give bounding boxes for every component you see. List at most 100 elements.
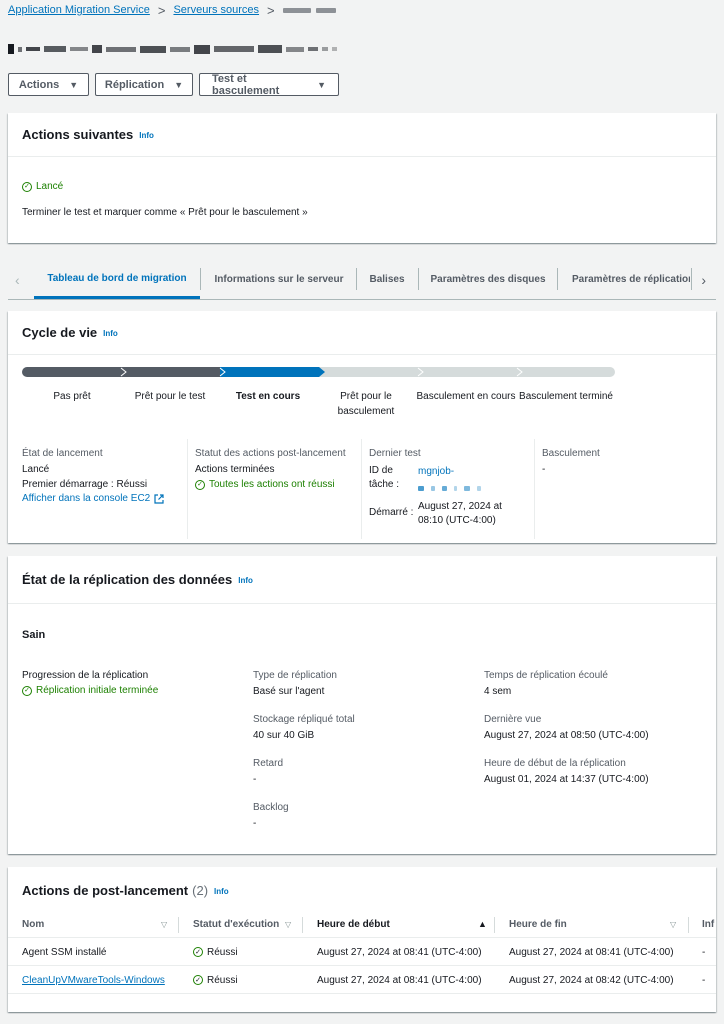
tab-server-info[interactable]: Informations sur le serveur [203,260,355,299]
row-end-time: August 27, 2024 at 08:42 (UTC-4:00) [509,974,674,986]
caret-down-icon: ▼ [69,79,79,90]
launch-state-value: Lancé [22,464,50,475]
replication-progress-block: Progression de la réplication ✓ Réplicat… [22,670,158,696]
task-id-value[interactable]: mgnjob- [418,464,481,491]
replication-type-value: Basé sur l'agent [253,686,325,697]
column-divider[interactable] [688,917,689,933]
lifecycle-stage-ready-for-test: Prêt pour le test [134,391,206,402]
lifecycle-stage-cutover-complete: Basculement terminé [519,391,613,402]
tab-migration-dashboard[interactable]: Tableau de bord de migration [34,260,200,299]
row-info: - [702,946,706,958]
lifecycle-info-link[interactable]: Info [103,329,118,338]
chevron-right-icon[interactable]: › [701,272,706,288]
post-launch-header: Actions de post-lancement (2) Info [22,883,229,898]
check-circle-icon: ✓ [193,975,203,985]
lag-label: Retard [253,758,284,769]
backlog-label: Backlog [253,802,289,813]
replication-panel: État de la réplication des données Info … [8,556,716,854]
caret-down-icon: ▼ [317,79,326,90]
tab-divider [691,268,692,290]
action-button-row: Actions ▼ Réplication ▼ Test et basculem… [8,73,339,97]
post-launch-status-block: Statut des actions post-lancement Action… [195,448,346,490]
column-divider[interactable] [494,917,495,933]
column-divider[interactable] [178,917,179,933]
column-header-info[interactable]: Inf [702,911,714,938]
row-info: - [702,974,706,986]
task-id-label: ID de tâche : [369,465,400,490]
check-circle-icon: ✓ [195,479,205,490]
column-header-status[interactable]: Statut d'exécution [193,911,279,938]
task-id-link[interactable]: mgnjob- [418,466,454,477]
external-link-icon [154,493,164,504]
replication-progress-status: ✓ Réplication initiale terminée [22,685,158,696]
post-launch-title: Actions de post-lancement [22,883,189,898]
lifecycle-progress-bar [22,367,615,377]
post-launch-status-value: Actions terminées [195,464,275,475]
tab-divider [557,268,558,290]
launch-state-label: État de lancement [22,448,103,459]
page-title-redacted [8,44,337,54]
ec2-console-link-text[interactable]: Afficher dans la console EC2 [22,493,150,504]
post-launch-ok-text: Toutes les actions ont réussi [209,479,335,490]
started-value: August 27, 2024 at 08:10 (UTC-4:00) [418,501,502,526]
ec2-console-link[interactable]: Afficher dans la console EC2 [22,493,164,504]
check-circle-icon: ✓ [22,181,32,192]
sort-ascending-icon[interactable]: ▲ [478,919,487,929]
row-status-text: Réussi [207,974,238,986]
last-seen-label: Dernière vue [484,714,542,725]
post-launch-info-link[interactable]: Info [214,887,229,896]
tab-disk-settings[interactable]: Paramètres des disques [420,260,556,299]
replication-col-2: Type de réplication Basé sur l'agent Sto… [253,670,355,829]
sort-caret-down-icon[interactable]: ▽ [670,920,676,929]
replication-dropdown-button[interactable]: Réplication ▼ [95,73,193,96]
replication-start-label: Heure de début de la réplication [484,758,626,769]
post-launch-status-label: Statut des actions post-lancement [195,448,346,459]
breadcrumb-link-mgn[interactable]: Application Migration Service [8,4,150,16]
row-status-text: Réussi [207,946,238,958]
column-header-start-time[interactable]: Heure de début [317,911,390,938]
detail-tabs: ‹ Tableau de bord de migration Informati… [8,260,716,300]
replicated-storage-value: 40 sur 40 GiB [253,730,315,741]
column-divider [361,439,362,539]
last-seen-value: August 27, 2024 at 08:50 (UTC-4:00) [484,730,649,741]
next-actions-status-text: Lancé [36,181,64,192]
tab-replication-settings[interactable]: Paramètres de réplication [560,260,690,299]
elapsed-replication-value: 4 sem [484,686,512,697]
sort-caret-down-icon[interactable]: ▽ [285,920,291,929]
replication-health: Sain [22,629,46,641]
replication-header: État de la réplication des données Info [8,556,716,604]
chevron-left-icon[interactable]: ‹ [15,272,20,288]
next-actions-info-link[interactable]: Info [139,131,154,140]
tab-divider [356,268,357,290]
column-header-name[interactable]: Nom [22,911,44,938]
column-divider [534,439,535,539]
task-id-row: ID de tâche : mgnjob- [369,464,529,494]
replication-progress-value: Réplication initiale terminée [36,685,159,696]
sort-caret-down-icon[interactable]: ▽ [161,920,167,929]
test-cutover-dropdown-button[interactable]: Test et basculement ▼ [199,73,339,97]
replication-button-label: Réplication [104,78,165,91]
post-launch-table: Nom ▽ Statut d'exécution ▽ Heure de débu… [8,911,716,994]
row-status: ✓ Réussi [193,966,238,994]
row-name-link-text[interactable]: CleanUpVMwareTools-Windows [22,975,165,986]
post-launch-count: (2) [192,883,209,898]
cutover-value: - [542,464,546,475]
actions-dropdown-button[interactable]: Actions ▼ [8,73,89,96]
column-divider[interactable] [302,917,303,933]
lag-value: - [253,774,257,785]
column-header-end-time[interactable]: Heure de fin [509,911,567,938]
breadcrumb-link-source-servers[interactable]: Serveurs sources [173,4,259,16]
replication-start-value: August 01, 2024 at 14:37 (UTC-4:00) [484,774,649,785]
launch-state-block: État de lancement Lancé Premier démarrag… [22,448,164,504]
last-test-label: Dernier test [369,448,421,459]
tab-divider [418,268,419,290]
row-start-time: August 27, 2024 at 08:41 (UTC-4:00) [317,946,482,958]
tab-tags[interactable]: Balises [358,260,416,299]
replicated-storage-label: Stockage répliqué total [253,714,355,725]
row-name-link[interactable]: CleanUpVMwareTools-Windows [22,966,165,994]
lifecycle-stage-test-in-progress: Test en cours [235,391,301,402]
replication-info-link[interactable]: Info [238,576,253,585]
lifecycle-panel: Cycle de vie Info Pas prêt Prêt pour le … [8,311,716,543]
next-actions-header: Actions suivantes Info [8,113,716,157]
row-status: ✓ Réussi [193,938,238,966]
